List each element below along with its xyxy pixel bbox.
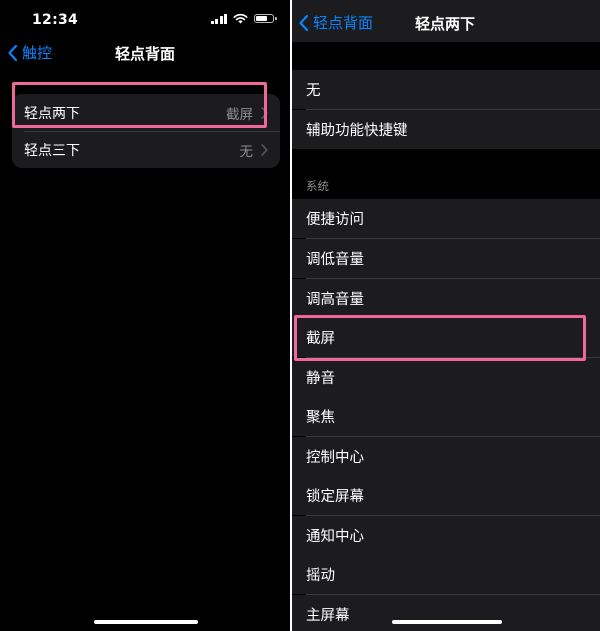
row-value: 无 bbox=[239, 143, 254, 160]
option-label: 主屏幕 bbox=[306, 608, 350, 624]
back-label: 轻点背面 bbox=[313, 14, 374, 32]
page-title: 轻点背面 bbox=[114, 45, 175, 63]
option-label: 锁定屏幕 bbox=[306, 489, 364, 505]
option-label: 通知中心 bbox=[306, 529, 364, 545]
option-label: 调高音量 bbox=[306, 292, 364, 308]
option-control-center[interactable]: 控制中心 bbox=[292, 437, 600, 476]
signal-icon bbox=[210, 13, 227, 24]
option-notification-center[interactable]: 通知中心 bbox=[292, 516, 600, 555]
home-indicator bbox=[94, 620, 198, 624]
chevron-right-icon bbox=[261, 143, 268, 156]
option-volume-down[interactable]: 调低音量 bbox=[292, 239, 600, 278]
option-label: 聚焦 bbox=[306, 410, 335, 426]
option-reachability[interactable]: 便捷访问 bbox=[292, 199, 600, 238]
option-none[interactable]: 无 bbox=[292, 70, 600, 109]
home-indicator bbox=[392, 620, 502, 624]
status-bar: 12:34 bbox=[0, 0, 290, 40]
option-shake[interactable]: 摇动 bbox=[292, 555, 600, 594]
option-label: 便捷访问 bbox=[306, 212, 364, 228]
row-triple-tap[interactable]: 轻点三下 无 bbox=[12, 131, 280, 168]
nav-bar: 轻点背面 轻点两下 bbox=[292, 0, 600, 42]
wifi-icon bbox=[233, 13, 248, 24]
option-lock-screen[interactable]: 锁定屏幕 bbox=[292, 476, 600, 515]
left-screen: 12:34 触控 轻点背面 轻点两下 截屏 轻点三下 无 bbox=[0, 0, 290, 631]
status-time: 12:34 bbox=[32, 12, 79, 28]
option-volume-up[interactable]: 调高音量 bbox=[292, 279, 600, 318]
option-home-screen[interactable]: 主屏幕 bbox=[292, 595, 600, 631]
option-label: 辅助功能快捷键 bbox=[306, 123, 408, 139]
option-label: 静音 bbox=[306, 371, 335, 387]
page-title: 轻点两下 bbox=[415, 15, 476, 33]
status-icons bbox=[210, 13, 277, 24]
option-accessibility-shortcut[interactable]: 辅助功能快捷键 bbox=[292, 110, 600, 149]
option-label: 无 bbox=[306, 83, 321, 99]
section-title: 系统 bbox=[306, 179, 329, 193]
row-label: 轻点三下 bbox=[24, 142, 80, 159]
back-button[interactable]: 轻点背面 bbox=[298, 12, 373, 33]
option-focus[interactable]: 聚焦 bbox=[292, 397, 600, 436]
option-label: 控制中心 bbox=[306, 450, 364, 466]
battery-icon bbox=[254, 14, 277, 23]
highlight-box bbox=[294, 315, 586, 361]
option-label: 摇动 bbox=[306, 568, 335, 584]
option-label: 调低音量 bbox=[306, 252, 364, 268]
chevron-left-icon bbox=[299, 14, 309, 31]
option-mute[interactable]: 静音 bbox=[292, 358, 600, 397]
highlight-box bbox=[12, 82, 267, 128]
right-screen: 轻点背面 轻点两下 无 辅助功能快捷键 系统 便捷访问 调低音量 调高音量 截屏… bbox=[292, 0, 600, 631]
nav-bar: 触控 轻点背面 bbox=[0, 40, 290, 64]
